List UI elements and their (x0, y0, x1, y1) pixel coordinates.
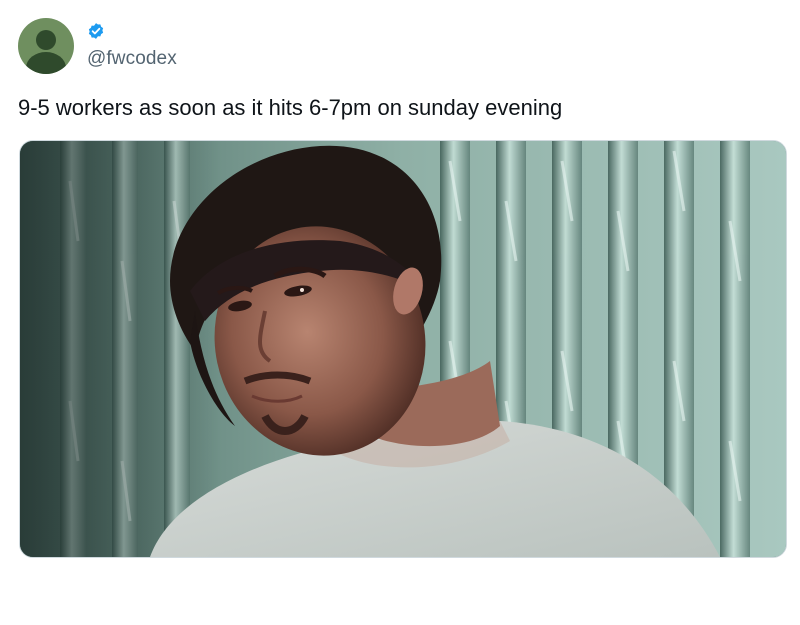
avatar[interactable] (18, 18, 74, 74)
avatar-head-shape (36, 30, 56, 50)
meme-image (20, 141, 786, 557)
avatar-body-shape (26, 52, 66, 74)
tweet-card[interactable]: @fwcodex 9-5 workers as soon as it hits … (0, 0, 800, 625)
tweet-media-image[interactable] (19, 140, 787, 558)
author-handle[interactable]: @fwcodex (87, 48, 177, 70)
tweet-text: 9-5 workers as soon as it hits 6-7pm on … (18, 95, 563, 120)
verified-badge-icon (88, 23, 104, 39)
